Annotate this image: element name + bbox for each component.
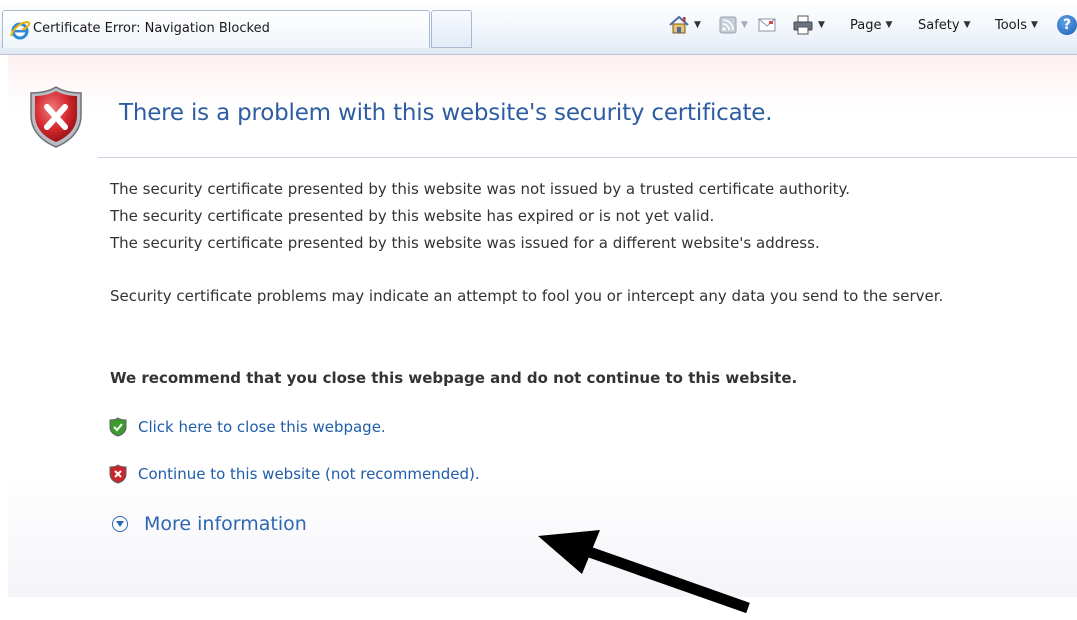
security-warning-text: Security certificate problems may indica…: [110, 287, 944, 305]
more-information-toggle[interactable]: More information: [112, 513, 307, 535]
expand-chevron-icon: [112, 516, 128, 532]
feeds-icon: [719, 16, 737, 34]
feeds-dropdown-icon[interactable]: ▼: [741, 20, 748, 30]
help-icon[interactable]: ?: [1057, 15, 1077, 35]
print-dropdown-icon[interactable]: ▼: [818, 20, 825, 30]
continue-to-website-link-text[interactable]: Continue to this website (not recommende…: [138, 465, 480, 483]
new-tab-button[interactable]: [431, 10, 472, 48]
browser-toolbar: Certificate Error: Navigation Blocked ▼ …: [0, 0, 1077, 55]
home-icon: [669, 15, 689, 34]
more-information-label: More information: [144, 513, 307, 535]
safety-menu-label: Safety: [918, 17, 960, 33]
tools-menu-caret-icon: ▼: [1031, 20, 1038, 30]
home-dropdown-icon[interactable]: ▼: [694, 20, 701, 30]
reason-expired: The security certificate presented by th…: [110, 207, 715, 225]
active-tab[interactable]: Certificate Error: Navigation Blocked: [2, 10, 430, 48]
feeds-button[interactable]: ▼: [719, 12, 748, 38]
error-page: There is a problem with this website's s…: [8, 55, 1077, 614]
page-menu-label: Page: [850, 17, 882, 33]
red-shield-icon: [109, 464, 127, 484]
close-webpage-link-text[interactable]: Click here to close this webpage.: [138, 418, 386, 436]
tools-menu[interactable]: Tools ▼: [995, 12, 1038, 38]
home-button[interactable]: ▼: [668, 12, 701, 38]
reason-untrusted: The security certificate presented by th…: [110, 180, 851, 198]
recommendation-text: We recommend that you close this webpage…: [110, 369, 798, 387]
close-webpage-link[interactable]: Click here to close this webpage.: [108, 417, 386, 437]
print-icon: [793, 15, 813, 35]
mail-icon: [758, 18, 776, 32]
title-divider: [98, 157, 1077, 158]
error-shield-icon: [30, 86, 82, 148]
annotation-arrow-icon: [538, 530, 750, 614]
green-shield-icon: [109, 417, 127, 437]
safety-menu-caret-icon: ▼: [963, 20, 971, 30]
page-menu-caret-icon: ▼: [885, 20, 893, 30]
ie-logo-icon: [10, 21, 31, 40]
reason-address-mismatch: The security certificate presented by th…: [110, 234, 820, 252]
page-menu[interactable]: Page ▼: [850, 12, 892, 38]
page-title: There is a problem with this website's s…: [119, 100, 773, 126]
print-button[interactable]: ▼: [792, 12, 825, 38]
tools-menu-label: Tools: [995, 17, 1028, 33]
mail-button[interactable]: [758, 12, 776, 38]
continue-to-website-link[interactable]: Continue to this website (not recommende…: [108, 464, 480, 484]
safety-menu[interactable]: Safety ▼: [918, 12, 971, 38]
tab-title: Certificate Error: Navigation Blocked: [33, 21, 270, 36]
